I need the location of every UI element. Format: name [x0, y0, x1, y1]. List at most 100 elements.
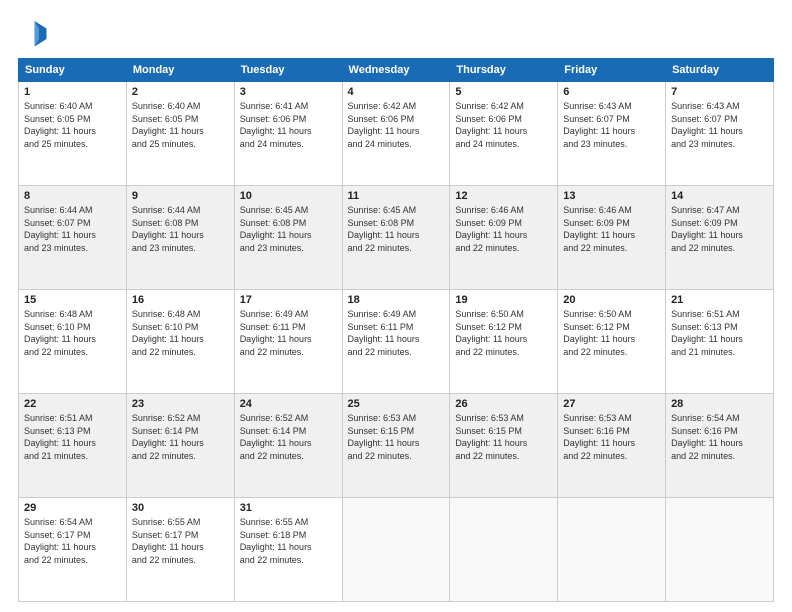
day-info: Sunrise: 6:45 AM Sunset: 6:08 PM Dayligh… — [240, 204, 337, 254]
day-cell-27: 27 Sunrise: 6:53 AM Sunset: 6:16 PM Dayli… — [558, 394, 666, 498]
empty-cell — [666, 498, 774, 602]
day-info: Sunrise: 6:54 AM Sunset: 6:17 PM Dayligh… — [24, 516, 121, 566]
day-cell-16: 16 Sunrise: 6:48 AM Sunset: 6:10 PM Dayli… — [126, 290, 234, 394]
day-number: 30 — [132, 502, 229, 514]
day-number: 11 — [348, 190, 445, 202]
day-info: Sunrise: 6:43 AM Sunset: 6:07 PM Dayligh… — [671, 100, 768, 150]
day-number: 14 — [671, 190, 768, 202]
day-number: 15 — [24, 294, 121, 306]
day-info: Sunrise: 6:45 AM Sunset: 6:08 PM Dayligh… — [348, 204, 445, 254]
week-row-3: 15 Sunrise: 6:48 AM Sunset: 6:10 PM Dayli… — [19, 290, 774, 394]
day-number: 21 — [671, 294, 768, 306]
day-number: 31 — [240, 502, 337, 514]
logo-icon — [18, 18, 48, 48]
day-info: Sunrise: 6:47 AM Sunset: 6:09 PM Dayligh… — [671, 204, 768, 254]
day-number: 13 — [563, 190, 660, 202]
day-number: 28 — [671, 398, 768, 410]
day-number: 2 — [132, 86, 229, 98]
day-number: 12 — [455, 190, 552, 202]
day-info: Sunrise: 6:43 AM Sunset: 6:07 PM Dayligh… — [563, 100, 660, 150]
day-cell-24: 24 Sunrise: 6:52 AM Sunset: 6:14 PM Dayli… — [234, 394, 342, 498]
day-number: 24 — [240, 398, 337, 410]
day-cell-7: 7 Sunrise: 6:43 AM Sunset: 6:07 PM Daylig… — [666, 82, 774, 186]
day-cell-11: 11 Sunrise: 6:45 AM Sunset: 6:08 PM Dayli… — [342, 186, 450, 290]
day-cell-2: 2 Sunrise: 6:40 AM Sunset: 6:05 PM Daylig… — [126, 82, 234, 186]
day-number: 18 — [348, 294, 445, 306]
empty-cell — [558, 498, 666, 602]
day-number: 10 — [240, 190, 337, 202]
day-cell-9: 9 Sunrise: 6:44 AM Sunset: 6:08 PM Daylig… — [126, 186, 234, 290]
day-info: Sunrise: 6:40 AM Sunset: 6:05 PM Dayligh… — [132, 100, 229, 150]
day-info: Sunrise: 6:48 AM Sunset: 6:10 PM Dayligh… — [132, 308, 229, 358]
day-info: Sunrise: 6:46 AM Sunset: 6:09 PM Dayligh… — [563, 204, 660, 254]
day-info: Sunrise: 6:48 AM Sunset: 6:10 PM Dayligh… — [24, 308, 121, 358]
header — [18, 18, 774, 48]
day-cell-29: 29 Sunrise: 6:54 AM Sunset: 6:17 PM Dayli… — [19, 498, 127, 602]
col-header-sunday: Sunday — [19, 59, 127, 82]
day-info: Sunrise: 6:55 AM Sunset: 6:17 PM Dayligh… — [132, 516, 229, 566]
day-info: Sunrise: 6:42 AM Sunset: 6:06 PM Dayligh… — [348, 100, 445, 150]
day-number: 16 — [132, 294, 229, 306]
day-number: 22 — [24, 398, 121, 410]
day-header-row: SundayMondayTuesdayWednesdayThursdayFrid… — [19, 59, 774, 82]
day-info: Sunrise: 6:50 AM Sunset: 6:12 PM Dayligh… — [563, 308, 660, 358]
day-info: Sunrise: 6:50 AM Sunset: 6:12 PM Dayligh… — [455, 308, 552, 358]
col-header-friday: Friday — [558, 59, 666, 82]
day-cell-1: 1 Sunrise: 6:40 AM Sunset: 6:05 PM Daylig… — [19, 82, 127, 186]
day-cell-22: 22Sunrise: 6:51 AM Sunset: 6:13 PM Dayli… — [19, 394, 127, 498]
day-info: Sunrise: 6:46 AM Sunset: 6:09 PM Dayligh… — [455, 204, 552, 254]
day-cell-25: 25 Sunrise: 6:53 AM Sunset: 6:15 PM Dayli… — [342, 394, 450, 498]
day-cell-8: 8 Sunrise: 6:44 AM Sunset: 6:07 PM Daylig… — [19, 186, 127, 290]
col-header-monday: Monday — [126, 59, 234, 82]
col-header-thursday: Thursday — [450, 59, 558, 82]
day-info: Sunrise: 6:53 AM Sunset: 6:15 PM Dayligh… — [455, 412, 552, 462]
day-info: Sunrise: 6:40 AM Sunset: 6:05 PM Dayligh… — [24, 100, 121, 150]
day-info: Sunrise: 6:42 AM Sunset: 6:06 PM Dayligh… — [455, 100, 552, 150]
day-number: 8 — [24, 190, 121, 202]
day-number: 6 — [563, 86, 660, 98]
day-cell-15: 15 Sunrise: 6:48 AM Sunset: 6:10 PM Dayli… — [19, 290, 127, 394]
day-cell-4: 4 Sunrise: 6:42 AM Sunset: 6:06 PM Daylig… — [342, 82, 450, 186]
week-row-5: 29 Sunrise: 6:54 AM Sunset: 6:17 PM Dayli… — [19, 498, 774, 602]
day-cell-18: 18Sunrise: 6:49 AM Sunset: 6:11 PM Dayli… — [342, 290, 450, 394]
day-info: Sunrise: 6:44 AM Sunset: 6:08 PM Dayligh… — [132, 204, 229, 254]
day-cell-20: 20 Sunrise: 6:50 AM Sunset: 6:12 PM Dayli… — [558, 290, 666, 394]
day-info: Sunrise: 6:53 AM Sunset: 6:15 PM Dayligh… — [348, 412, 445, 462]
day-cell-17: 17 Sunrise: 6:49 AM Sunset: 6:11 PM Dayli… — [234, 290, 342, 394]
day-cell-21: 21 Sunrise: 6:51 AM Sunset: 6:13 PM Dayli… — [666, 290, 774, 394]
day-cell-6: 6 Sunrise: 6:43 AM Sunset: 6:07 PM Daylig… — [558, 82, 666, 186]
day-cell-5: 5Sunrise: 6:42 AM Sunset: 6:06 PM Daylig… — [450, 82, 558, 186]
day-info: Sunrise: 6:54 AM Sunset: 6:16 PM Dayligh… — [671, 412, 768, 462]
empty-cell — [450, 498, 558, 602]
page: SundayMondayTuesdayWednesdayThursdayFrid… — [0, 0, 792, 612]
day-info: Sunrise: 6:41 AM Sunset: 6:06 PM Dayligh… — [240, 100, 337, 150]
day-number: 7 — [671, 86, 768, 98]
day-number: 29 — [24, 502, 121, 514]
calendar-table: SundayMondayTuesdayWednesdayThursdayFrid… — [18, 58, 774, 602]
day-number: 1 — [24, 86, 121, 98]
col-header-saturday: Saturday — [666, 59, 774, 82]
day-cell-23: 23Sunrise: 6:52 AM Sunset: 6:14 PM Dayli… — [126, 394, 234, 498]
col-header-wednesday: Wednesday — [342, 59, 450, 82]
day-info: Sunrise: 6:55 AM Sunset: 6:18 PM Dayligh… — [240, 516, 337, 566]
empty-cell — [342, 498, 450, 602]
day-info: Sunrise: 6:53 AM Sunset: 6:16 PM Dayligh… — [563, 412, 660, 462]
day-info: Sunrise: 6:52 AM Sunset: 6:14 PM Dayligh… — [240, 412, 337, 462]
day-number: 26 — [455, 398, 552, 410]
day-number: 20 — [563, 294, 660, 306]
col-header-tuesday: Tuesday — [234, 59, 342, 82]
day-number: 23 — [132, 398, 229, 410]
day-number: 19 — [455, 294, 552, 306]
day-info: Sunrise: 6:51 AM Sunset: 6:13 PM Dayligh… — [671, 308, 768, 358]
day-cell-30: 30 Sunrise: 6:55 AM Sunset: 6:17 PM Dayli… — [126, 498, 234, 602]
week-row-2: 8 Sunrise: 6:44 AM Sunset: 6:07 PM Daylig… — [19, 186, 774, 290]
day-number: 27 — [563, 398, 660, 410]
day-info: Sunrise: 6:49 AM Sunset: 6:11 PM Dayligh… — [240, 308, 337, 358]
day-cell-12: 12 Sunrise: 6:46 AM Sunset: 6:09 PM Dayli… — [450, 186, 558, 290]
day-info: Sunrise: 6:44 AM Sunset: 6:07 PM Dayligh… — [24, 204, 121, 254]
day-number: 25 — [348, 398, 445, 410]
day-number: 17 — [240, 294, 337, 306]
day-number: 9 — [132, 190, 229, 202]
day-cell-14: 14 Sunrise: 6:47 AM Sunset: 6:09 PM Dayli… — [666, 186, 774, 290]
day-number: 4 — [348, 86, 445, 98]
